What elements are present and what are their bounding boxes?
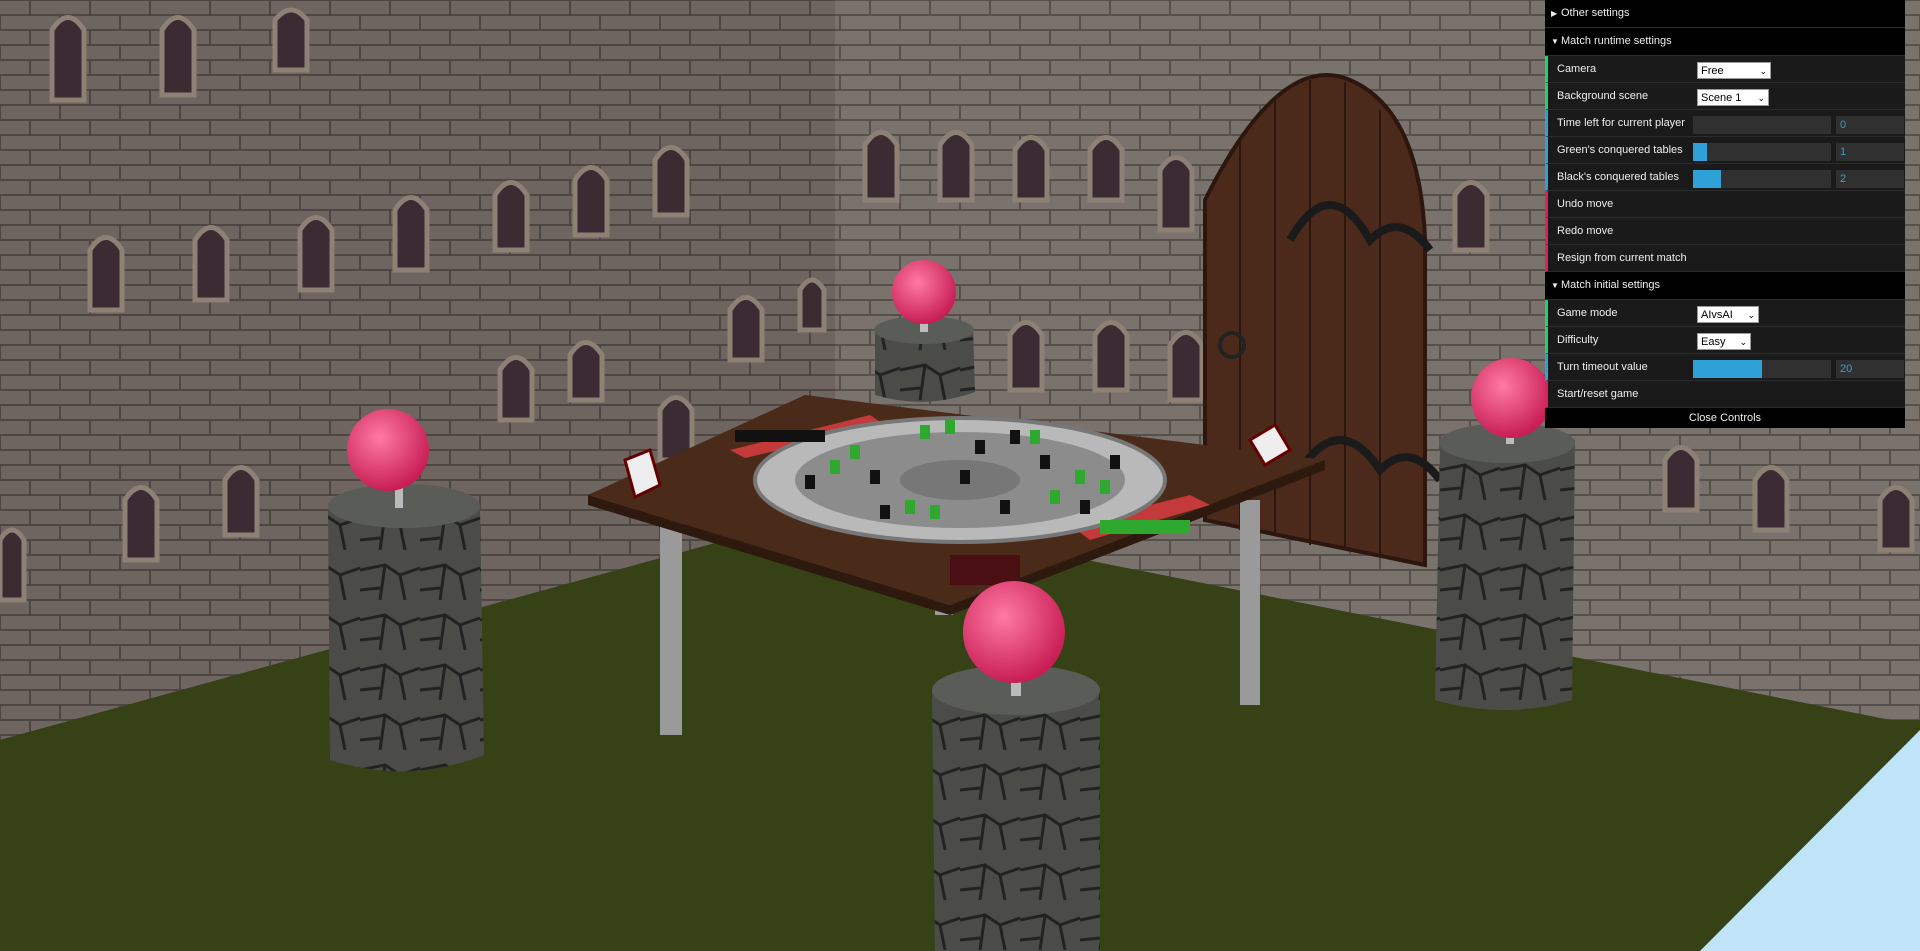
black-tables-row: Black's conquered tables 2: [1545, 164, 1905, 191]
camera-row: Camera Free ⌄: [1545, 56, 1905, 83]
green-tables-slider[interactable]: [1693, 143, 1831, 161]
green-tables-label: Green's conquered tables: [1557, 144, 1683, 156]
orb-left: [347, 409, 429, 491]
difficulty-select[interactable]: Easy ⌄: [1697, 333, 1751, 350]
black-tables-value[interactable]: 2: [1836, 170, 1904, 188]
chevron-down-icon: ⌄: [1757, 93, 1765, 103]
green-tables-row: Green's conquered tables 1: [1545, 137, 1905, 164]
resign-button[interactable]: Resign from current match: [1545, 245, 1905, 272]
chevron-down-icon: ⌄: [1747, 310, 1755, 320]
black-reserve: [735, 430, 825, 442]
green-tables-value[interactable]: 1: [1836, 143, 1904, 161]
triangle-down-icon: ▼: [1551, 281, 1559, 290]
pillar-right: [1435, 423, 1575, 710]
black-tables-label: Black's conquered tables: [1557, 171, 1679, 183]
undo-move-button[interactable]: Undo move: [1545, 191, 1905, 218]
orb-back: [892, 260, 956, 324]
chevron-down-icon: ⌄: [1759, 66, 1767, 76]
camera-label: Camera: [1557, 63, 1597, 75]
start-reset-button[interactable]: Start/reset game: [1545, 381, 1905, 408]
difficulty-row: Difficulty Easy ⌄: [1545, 327, 1905, 354]
turn-timeout-slider[interactable]: [1693, 360, 1831, 378]
time-left-row: Time left for current player 0: [1545, 110, 1905, 137]
game-mode-select[interactable]: AIvsAI ⌄: [1697, 306, 1759, 323]
turn-timeout-value[interactable]: 20: [1836, 360, 1904, 378]
pillar-front: [932, 665, 1100, 951]
chevron-down-icon: ⌄: [1739, 337, 1747, 347]
folder-title: Match initial settings: [1561, 279, 1661, 291]
orb-right: [1471, 358, 1551, 438]
background-scene-label: Background scene: [1557, 90, 1649, 102]
red-block: [950, 555, 1020, 585]
time-left-value[interactable]: 0: [1836, 116, 1904, 134]
redo-move-button[interactable]: Redo move: [1545, 218, 1905, 245]
initial-settings-folder[interactable]: ▼ Match initial settings: [1545, 272, 1905, 300]
game-mode-row: Game mode AIvsAI ⌄: [1545, 300, 1905, 327]
background-scene-row: Background scene Scene 1 ⌄: [1545, 83, 1905, 110]
other-settings-folder[interactable]: ▶ Other settings: [1545, 0, 1905, 28]
black-tables-slider[interactable]: [1693, 170, 1831, 188]
difficulty-label: Difficulty: [1557, 334, 1599, 346]
pillar-left: [328, 484, 484, 772]
green-reserve: [1100, 520, 1190, 534]
folder-title: Other settings: [1561, 7, 1630, 19]
triangle-down-icon: ▼: [1551, 37, 1559, 46]
time-left-slider[interactable]: [1693, 116, 1831, 134]
close-controls-button[interactable]: Close Controls: [1545, 408, 1905, 428]
runtime-settings-folder[interactable]: ▼ Match runtime settings: [1545, 28, 1905, 56]
triangle-right-icon: ▶: [1551, 9, 1558, 18]
folder-title: Match runtime settings: [1561, 35, 1672, 47]
background-scene-select[interactable]: Scene 1 ⌄: [1697, 89, 1769, 106]
orb-front: [963, 581, 1065, 683]
camera-select[interactable]: Free ⌄: [1697, 62, 1771, 79]
turn-timeout-row: Turn timeout value 20: [1545, 354, 1905, 381]
time-left-label: Time left for current player: [1557, 117, 1685, 129]
controls-panel: ▶ Other settings ▼ Match runtime setting…: [1545, 0, 1905, 428]
turn-timeout-label: Turn timeout value: [1557, 361, 1648, 373]
game-mode-label: Game mode: [1557, 307, 1618, 319]
